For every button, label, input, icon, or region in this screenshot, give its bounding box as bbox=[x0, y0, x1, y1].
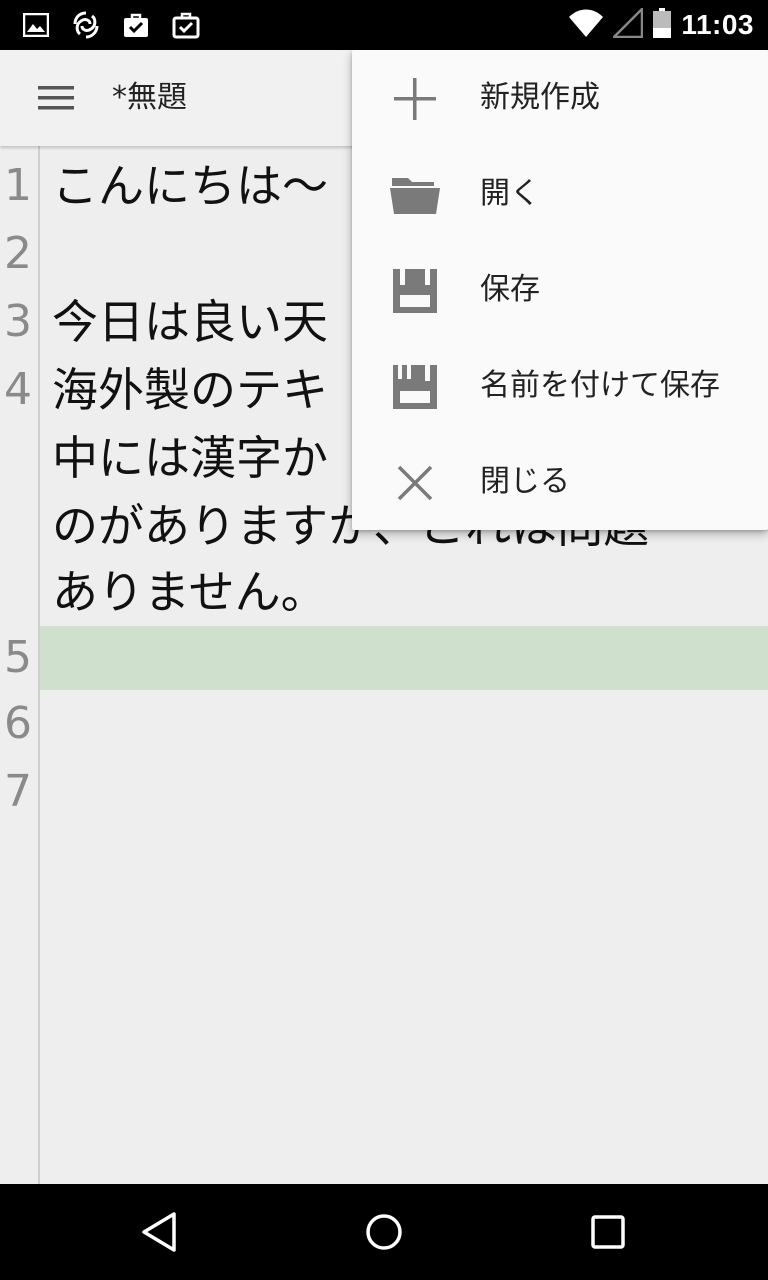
editor-text-line: 中には漢字か bbox=[52, 431, 328, 485]
battery-icon bbox=[653, 8, 672, 42]
navigation-bar bbox=[0, 1184, 768, 1280]
task-clipboard-icon bbox=[170, 9, 202, 41]
menu-item-label: 開く bbox=[480, 176, 540, 211]
recents-button[interactable] bbox=[582, 1206, 634, 1258]
menu-item-open[interactable]: 開く bbox=[352, 146, 768, 242]
menu-item-label: 閉じる bbox=[480, 464, 570, 499]
gutter-divider bbox=[38, 146, 40, 1184]
close-icon bbox=[388, 458, 442, 508]
menu-item-label: 保存 bbox=[480, 272, 540, 307]
line-number: 1 bbox=[4, 160, 32, 211]
editor-text-line: ありません。 bbox=[52, 565, 327, 619]
image-notification-icon bbox=[20, 9, 52, 41]
editor-text-line: 海外製のテキ bbox=[52, 363, 328, 417]
home-icon bbox=[366, 1214, 402, 1250]
hamburger-menu-button[interactable] bbox=[30, 78, 82, 118]
menu-item-save[interactable]: 保存 bbox=[352, 242, 768, 338]
save-icon bbox=[388, 266, 442, 316]
line-number: 7 bbox=[4, 766, 32, 817]
line-number: 6 bbox=[4, 698, 32, 749]
status-bar: 11:03 bbox=[0, 0, 768, 50]
folder-open-icon bbox=[388, 170, 442, 220]
document-title: *無題 bbox=[112, 80, 187, 115]
hamburger-menu-icon bbox=[38, 86, 74, 110]
menu-item-label: 名前を付けて保存 bbox=[480, 368, 720, 403]
recents-icon bbox=[591, 1215, 625, 1249]
menu-item-close[interactable]: 閉じる bbox=[352, 434, 768, 530]
overflow-menu: 新規作成 開く 保存 名前を付けて保存 閉じる bbox=[352, 50, 768, 530]
line-number: 5 bbox=[4, 632, 32, 683]
back-button[interactable] bbox=[134, 1206, 186, 1258]
wifi-icon bbox=[569, 9, 604, 41]
menu-item-save-as[interactable]: 名前を付けて保存 bbox=[352, 338, 768, 434]
status-time: 11:03 bbox=[681, 9, 754, 40]
plus-icon bbox=[388, 74, 442, 124]
line-number: 2 bbox=[4, 228, 32, 279]
menu-item-new[interactable]: 新規作成 bbox=[352, 50, 768, 146]
editor-text-line: 今日は良い天 bbox=[52, 295, 328, 349]
cell-signal-icon bbox=[611, 5, 644, 42]
current-line-highlight bbox=[40, 626, 768, 690]
editor-text-line: こんにちは〜 bbox=[52, 159, 328, 213]
menu-item-label: 新規作成 bbox=[480, 80, 600, 115]
line-number: 4 bbox=[4, 364, 32, 415]
sync-notification-icon bbox=[70, 9, 102, 41]
save-as-icon bbox=[388, 362, 442, 412]
home-button[interactable] bbox=[358, 1206, 410, 1258]
back-icon bbox=[142, 1212, 176, 1252]
line-number: 3 bbox=[4, 296, 32, 347]
task-check-icon bbox=[120, 9, 152, 41]
